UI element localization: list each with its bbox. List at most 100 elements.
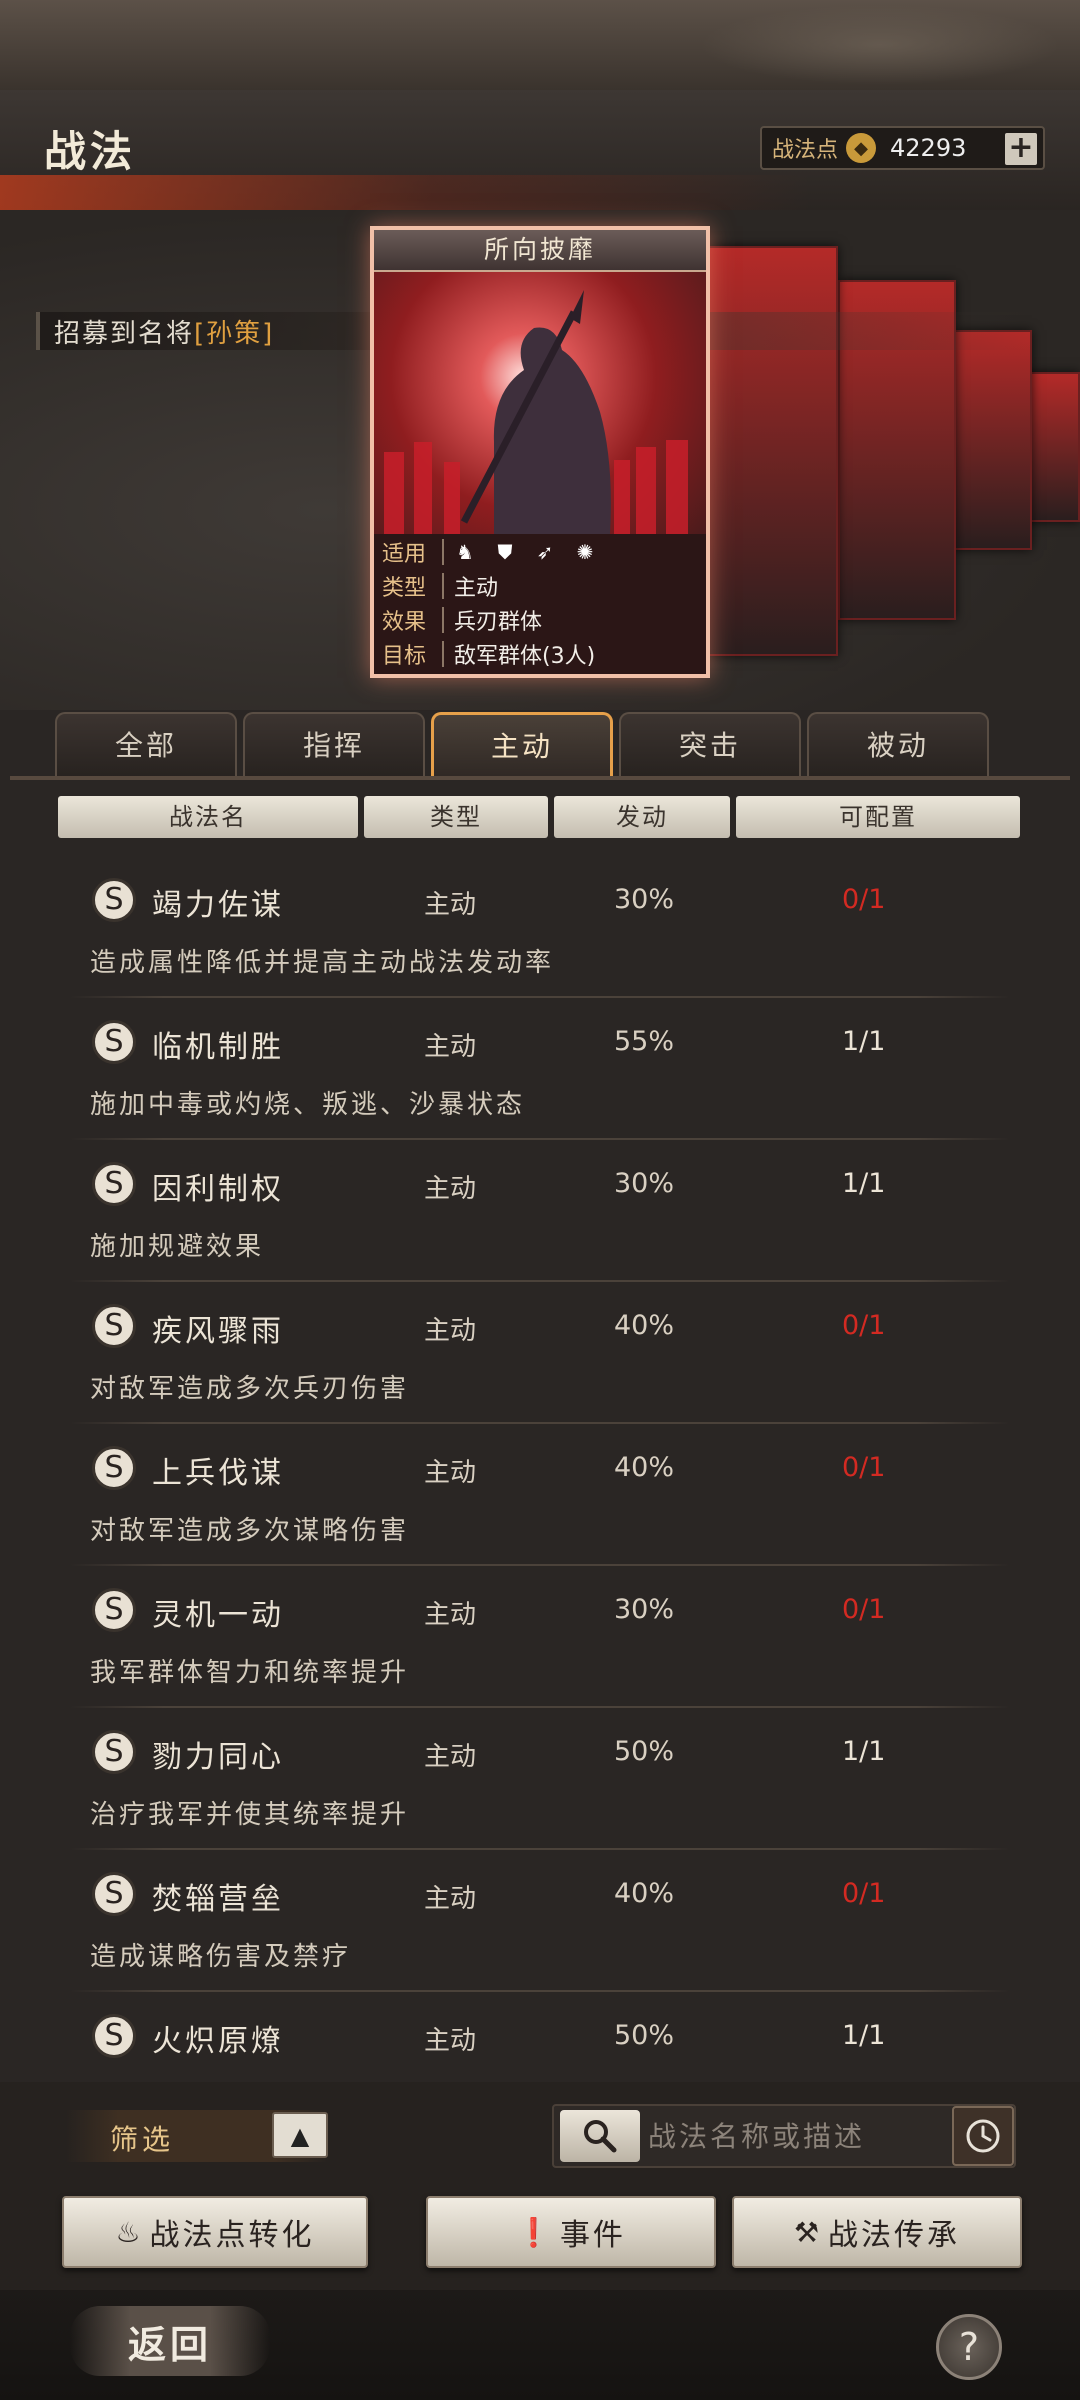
inherit-skill-button[interactable]: ⚒ 战法传承	[732, 2196, 1022, 2268]
search-icon	[584, 2120, 617, 2153]
info-key: 适用	[382, 542, 427, 567]
skill-row[interactable]: S 勠力同心 主动 50% 1/1 治疗我军并使其统率提升	[70, 1708, 1010, 1850]
skill-name: 灵机一动	[152, 1598, 284, 1633]
chariot-icon: ✺	[576, 540, 594, 564]
skill-list: S 竭力佐谋 主动 30% 0/1 造成属性降低并提高主动战法发动率 S 临机制…	[0, 856, 1080, 2082]
skill-description: 治疗我军并使其统率提升	[90, 1800, 410, 1830]
skill-type: 主动	[424, 1458, 477, 1488]
skill-row[interactable]: S 上兵伐谋 主动 40% 0/1 对敌军造成多次谋略伤害	[70, 1424, 1010, 1566]
tab-command[interactable]: 指挥	[243, 712, 425, 778]
info-key: 类型	[382, 576, 427, 601]
stacked-card[interactable]	[706, 246, 838, 656]
skill-type: 主动	[424, 1884, 477, 1914]
skill-points-value: 42293	[890, 134, 967, 162]
info-divider	[442, 539, 444, 565]
skill-points-label: 战法点	[772, 138, 839, 163]
hammer-icon: ⚒	[793, 2215, 823, 2249]
skill-type: 主动	[424, 890, 477, 920]
skill-slot-count: 0/1	[842, 1594, 886, 1625]
event-icon: ❗	[516, 2215, 554, 2249]
skill-rate: 40%	[614, 1878, 675, 1909]
card-info-row: 目标 敌军群体(3人)	[382, 638, 702, 670]
grade-badge: S	[92, 1872, 136, 1916]
column-header-type[interactable]: 类型	[364, 796, 548, 838]
grade-badge: S	[92, 1304, 136, 1348]
skill-name: 疾风骤雨	[152, 1314, 284, 1349]
convert-points-label: 战法点转化	[149, 2218, 315, 2253]
skill-description: 造成属性降低并提高主动战法发动率	[90, 948, 555, 978]
card-title: 所向披靡	[374, 230, 706, 272]
featured-skill-card[interactable]: 所向披靡 适用 ♞ ⛊ ➶ ✺ 类型 主动 效果 兵刃群体 目标 敌军群体(3人…	[370, 226, 710, 678]
skill-slot-count: 0/1	[842, 884, 886, 915]
recruit-text: 招募到名将	[54, 318, 195, 349]
column-header-rate[interactable]: 发动	[554, 796, 730, 838]
column-header-slots[interactable]: 可配置	[736, 796, 1020, 838]
skill-rate: 50%	[614, 1736, 675, 1767]
stacked-card[interactable]	[950, 330, 1032, 550]
skill-rate: 55%	[614, 1026, 675, 1057]
search-input[interactable]	[648, 2112, 948, 2160]
help-button[interactable]: ?	[936, 2314, 1002, 2380]
skill-rate: 30%	[614, 884, 675, 915]
skill-row[interactable]: S 因利制权 主动 30% 1/1 施加规避效果	[70, 1140, 1010, 1282]
recruit-general-name[interactable]: [孙策]	[194, 313, 274, 350]
skill-type: 主动	[424, 1600, 477, 1630]
card-artwork	[374, 272, 706, 534]
skill-row[interactable]: S 疾风骤雨 主动 40% 0/1 对敌军造成多次兵刃伤害	[70, 1282, 1010, 1424]
skill-slot-count: 0/1	[842, 1452, 886, 1483]
table-header: 战法名 类型 发动 可配置	[58, 796, 1020, 838]
grade-badge: S	[92, 878, 136, 922]
card-info-panel: 适用 ♞ ⛊ ➶ ✺ 类型 主动 效果 兵刃群体 目标 敌军群体(3人)	[374, 534, 706, 674]
skill-row[interactable]: S 灵机一动 主动 30% 0/1 我军群体智力和统率提升	[70, 1566, 1010, 1708]
card-info-row: 适用 ♞ ⛊ ➶ ✺	[382, 536, 702, 568]
search-button[interactable]	[560, 2110, 640, 2162]
column-header-name[interactable]: 战法名	[58, 796, 358, 838]
skill-name: 竭力佐谋	[152, 888, 284, 923]
category-tabs: 全部 指挥 主动 突击 被动	[55, 712, 995, 778]
info-divider	[442, 573, 444, 599]
skill-description: 施加中毒或灼烧、叛逃、沙暴状态	[90, 1090, 526, 1120]
skill-rate: 30%	[614, 1594, 675, 1625]
back-label: 返回	[127, 2322, 212, 2367]
skill-row[interactable]: S 火炽原燎 主动 50% 1/1	[70, 1992, 1010, 2082]
skill-name: 临机制胜	[152, 1030, 284, 1065]
skill-name: 焚辎营垒	[152, 1882, 284, 1917]
skill-slot-count: 1/1	[842, 1736, 886, 1767]
archer-icon: ➶	[536, 540, 554, 564]
inherit-skill-label: 战法传承	[828, 2218, 961, 2253]
skill-type: 主动	[424, 1742, 477, 1772]
shield-icon: ⛊	[497, 540, 513, 564]
grade-badge: S	[92, 2014, 136, 2058]
skill-row[interactable]: S 临机制胜 主动 55% 1/1 施加中毒或灼烧、叛逃、沙暴状态	[70, 998, 1010, 1140]
skill-slot-count: 0/1	[842, 1310, 886, 1341]
back-button[interactable]: 返回	[70, 2306, 270, 2376]
tab-active[interactable]: 主动	[431, 712, 613, 778]
up-triangle-icon[interactable]: ▲	[272, 2112, 328, 2158]
top-decoration	[0, 0, 1080, 90]
info-key: 目标	[382, 644, 427, 669]
info-value: 兵刃群体	[454, 610, 543, 635]
history-button[interactable]	[952, 2106, 1014, 2166]
event-button[interactable]: ❗ 事件	[426, 2196, 716, 2268]
skill-name: 上兵伐谋	[152, 1456, 284, 1491]
event-label: 事件	[559, 2218, 626, 2253]
page-title: 战法	[44, 127, 137, 176]
skill-slot-count: 0/1	[842, 1878, 886, 1909]
skill-rate: 40%	[614, 1452, 675, 1483]
skill-description: 对敌军造成多次兵刃伤害	[90, 1374, 410, 1404]
skill-type: 主动	[424, 2026, 477, 2056]
card-info-row: 类型 主动	[382, 570, 702, 602]
tab-all[interactable]: 全部	[55, 712, 237, 778]
filter-label[interactable]: 筛选	[110, 2118, 174, 2158]
skill-description: 施加规避效果	[90, 1232, 265, 1262]
skill-row[interactable]: S 焚辎营垒 主动 40% 0/1 造成谋略伤害及禁疗	[70, 1850, 1010, 1992]
skill-row[interactable]: S 竭力佐谋 主动 30% 0/1 造成属性降低并提高主动战法发动率	[70, 856, 1010, 998]
info-key: 效果	[382, 610, 427, 635]
tab-assault[interactable]: 突击	[619, 712, 801, 778]
add-points-button[interactable]: +	[1005, 133, 1037, 165]
tabs-divider	[10, 776, 1070, 780]
grade-badge: S	[92, 1730, 136, 1774]
convert-points-button[interactable]: ♨ 战法点转化	[62, 2196, 368, 2268]
tab-passive[interactable]: 被动	[807, 712, 989, 778]
info-divider	[442, 607, 444, 633]
